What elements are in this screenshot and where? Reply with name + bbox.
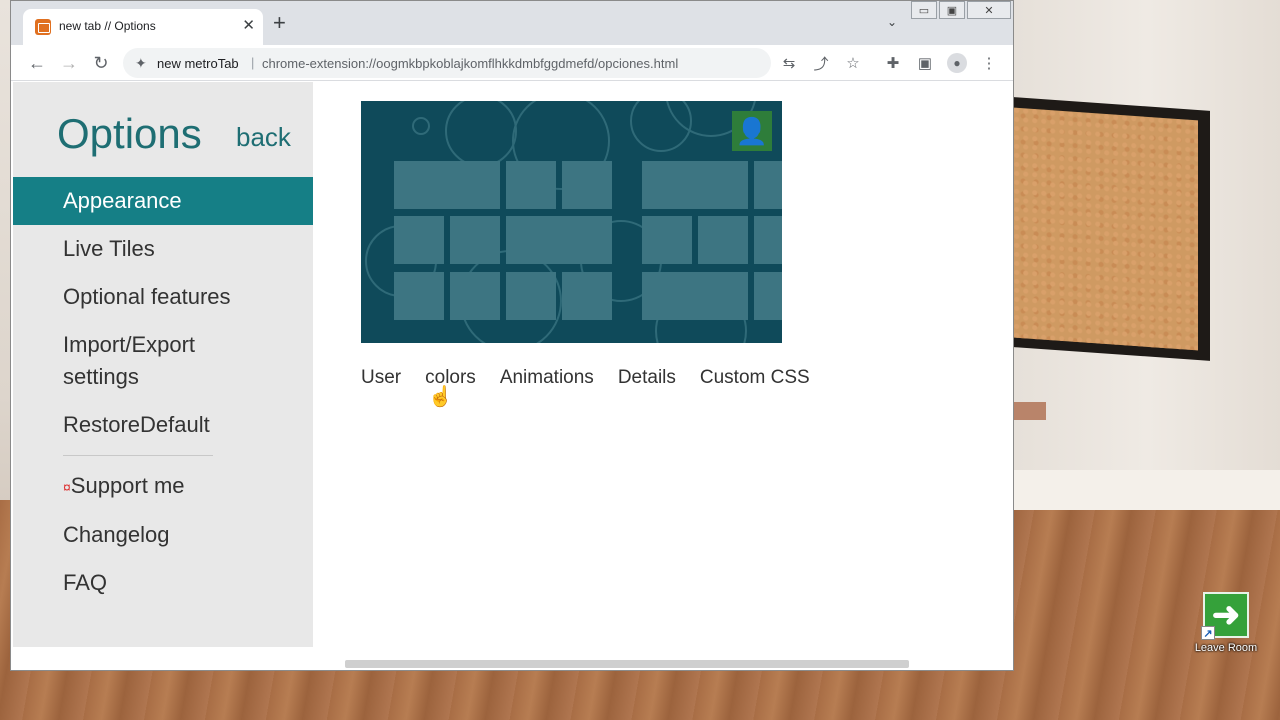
theme-preview: 👤 — [361, 101, 782, 343]
minimize-button[interactable]: ▭ — [911, 1, 937, 19]
preview-tile — [394, 272, 444, 320]
tab-details[interactable]: Details — [618, 367, 676, 389]
side-panel-icon[interactable]: ▣ — [915, 53, 935, 73]
back-arrow-icon[interactable]: ← — [25, 51, 49, 75]
baseboard — [1014, 470, 1280, 510]
preview-tile — [754, 216, 782, 264]
preview-tile — [394, 161, 500, 209]
new-tab-button[interactable]: + — [273, 12, 286, 34]
horizontal-scrollbar[interactable] — [345, 660, 909, 668]
forward-arrow-icon[interactable]: → — [57, 51, 81, 75]
url-separator: | — [251, 55, 255, 70]
arrow-right-icon[interactable]: ➜ ↗ — [1201, 592, 1249, 640]
back-link[interactable]: back — [236, 122, 291, 153]
tab-options[interactable]: new tab // Options ✕ — [23, 9, 263, 45]
preview-tile — [450, 216, 500, 264]
support-label: Support me — [70, 473, 185, 498]
menu-item-live-tiles[interactable]: Live Tiles — [13, 225, 313, 273]
close-icon[interactable]: ✕ — [242, 16, 255, 34]
maximize-button[interactable]: ▣ — [939, 1, 965, 19]
puzzle-icon: ✦ — [135, 55, 147, 71]
preview-tile — [506, 272, 556, 320]
reload-icon[interactable]: ↻ — [89, 51, 113, 75]
kebab-menu-icon[interactable]: ⋮ — [979, 53, 999, 73]
extensions-icon[interactable]: ✚ — [883, 53, 903, 73]
metrotab-favicon-icon — [35, 19, 51, 35]
options-sidebar: Options back Appearance Live Tiles Optio… — [13, 82, 313, 647]
address-bar[interactable]: ✦ new metroTab | chrome-extension://oogm… — [123, 48, 771, 78]
preview-tile — [642, 161, 748, 209]
site-label: new metroTab — [157, 56, 239, 71]
preview-tile — [506, 216, 612, 264]
share-icon[interactable]: ⤴ — [811, 53, 831, 73]
tab-custom-css[interactable]: Custom CSS — [700, 367, 810, 389]
hand-cursor-icon: ☝ — [428, 386, 453, 408]
preview-tile — [698, 216, 748, 264]
preview-tile — [754, 272, 782, 320]
menu-item-appearance[interactable]: Appearance — [13, 177, 313, 225]
close-window-button[interactable]: ✕ — [967, 1, 1011, 19]
translate-icon[interactable]: ⇆ — [779, 53, 799, 73]
window-controls: ▭ ▣ ✕ — [909, 1, 1011, 19]
menu-item-restore-default[interactable]: RestoreDefault — [13, 401, 313, 449]
chevron-down-icon[interactable]: ⌄ — [887, 15, 897, 29]
tab-title: new tab // Options — [59, 19, 156, 33]
shelf — [1014, 402, 1046, 420]
preview-tile — [754, 161, 782, 209]
menu-item-support-me[interactable]: ¤Support me — [13, 462, 313, 511]
url-text[interactable]: chrome-extension://oogmkbpkoblajkomflhkk… — [262, 56, 678, 71]
user-icon: 👤 — [732, 111, 772, 151]
preview-tile — [506, 161, 556, 209]
menu-item-import-export[interactable]: Import/Export settings — [13, 321, 273, 401]
options-menu: Appearance Live Tiles Optional features … — [13, 177, 313, 607]
menu-divider — [63, 455, 213, 456]
menu-item-faq[interactable]: FAQ — [13, 559, 313, 607]
bookmark-star-icon[interactable]: ☆ — [843, 53, 863, 73]
tab-animations[interactable]: Animations — [500, 367, 594, 389]
tab-bar: new tab // Options ✕ + ⌄ ▭ ▣ ✕ — [11, 1, 1013, 45]
preview-tile — [642, 216, 692, 264]
tab-user[interactable]: User — [361, 367, 401, 389]
preview-tile — [394, 216, 444, 264]
menu-item-optional-features[interactable]: Optional features — [13, 273, 313, 321]
browser-window: new tab // Options ✕ + ⌄ ▭ ▣ ✕ ← → ↻ ✦ n… — [10, 0, 1014, 671]
browser-toolbar: ← → ↻ ✦ new metroTab | chrome-extension:… — [11, 45, 1013, 81]
menu-item-changelog[interactable]: Changelog — [13, 511, 313, 559]
preview-tile — [562, 161, 612, 209]
page-title: Options — [57, 110, 202, 157]
leave-room-label: Leave Room — [1194, 642, 1258, 654]
preview-tile — [562, 272, 612, 320]
corkboard — [1014, 107, 1198, 351]
profile-avatar-icon[interactable]: ● — [947, 53, 967, 73]
preview-tile — [450, 272, 500, 320]
support-star-icon: ¤ — [63, 479, 71, 496]
shortcut-arrow-icon: ↗ — [1201, 626, 1215, 640]
preview-tile — [642, 272, 748, 320]
leave-room-shortcut[interactable]: ➜ ↗ Leave Room — [1192, 592, 1260, 654]
